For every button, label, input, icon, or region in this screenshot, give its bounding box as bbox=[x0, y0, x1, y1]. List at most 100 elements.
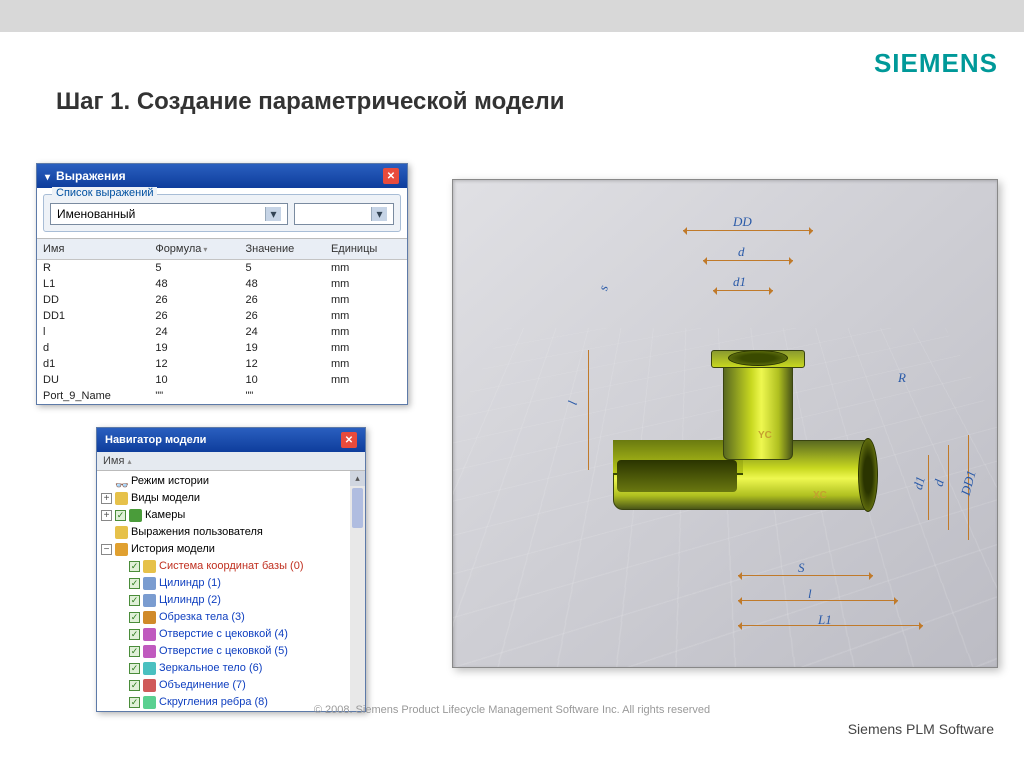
expressions-titlebar[interactable]: ▾ Выражения ✕ bbox=[37, 164, 407, 188]
brand-text: Siemens PLM Software bbox=[0, 721, 1024, 737]
tree-item-user-expr[interactable]: Выражения пользователя bbox=[97, 524, 365, 541]
table-row[interactable]: d11212mm bbox=[37, 356, 407, 372]
tree-item-cylinder1[interactable]: ✓Цилиндр (1) bbox=[97, 575, 365, 592]
col-value[interactable]: Значение bbox=[239, 239, 324, 260]
dim-line bbox=[683, 230, 813, 231]
expand-icon[interactable]: + bbox=[101, 510, 112, 521]
expression-list-group: Список выражений Именованный ▾ ▾ bbox=[43, 194, 401, 232]
folder-icon bbox=[115, 526, 128, 539]
tree-item-hole5[interactable]: ✓Отверстие с цековкой (5) bbox=[97, 643, 365, 660]
table-row[interactable]: L14848mm bbox=[37, 276, 407, 292]
siemens-logo: SIEMENS bbox=[874, 48, 998, 79]
vertical-pipe bbox=[723, 360, 793, 460]
expressions-title: Выражения bbox=[56, 169, 126, 183]
col-units[interactable]: Единицы bbox=[325, 239, 407, 260]
sort-icon: ▾ bbox=[203, 245, 207, 254]
expressions-window: ▾ Выражения ✕ Список выражений Именованны… bbox=[36, 163, 408, 405]
table-row[interactable]: l2424mm bbox=[37, 324, 407, 340]
navigator-header[interactable]: Имя ▴ bbox=[97, 452, 365, 471]
navigator-titlebar[interactable]: Навигатор модели ✕ bbox=[97, 428, 365, 452]
checkbox-icon[interactable]: ✓ bbox=[129, 663, 140, 674]
dim-line bbox=[713, 290, 773, 291]
history-icon bbox=[115, 543, 128, 556]
copyright-text: © 2008. Siemens Product Lifecycle Manage… bbox=[314, 704, 710, 716]
checkbox-icon[interactable]: ✓ bbox=[129, 680, 140, 691]
tree-item-trim[interactable]: ✓Обрезка тела (3) bbox=[97, 609, 365, 626]
hole-icon bbox=[143, 628, 156, 641]
col-name[interactable]: Имя bbox=[37, 239, 149, 260]
cylinder-icon bbox=[143, 594, 156, 607]
collapse-icon[interactable]: − bbox=[101, 544, 112, 555]
dim-L: l bbox=[808, 586, 812, 602]
scrollbar[interactable]: ▴ bbox=[350, 471, 365, 711]
expressions-table: Имя Формула▾ Значение Единицы R55mmL1484… bbox=[37, 238, 407, 404]
tree-item-cylinder2[interactable]: ✓Цилиндр (2) bbox=[97, 592, 365, 609]
unite-icon bbox=[143, 679, 156, 692]
navigator-title: Навигатор модели bbox=[105, 434, 206, 446]
pipe-end bbox=[858, 438, 878, 512]
collapse-icon: ▾ bbox=[45, 172, 50, 183]
col-formula[interactable]: Формула▾ bbox=[149, 239, 239, 260]
checkbox-icon[interactable]: ✓ bbox=[129, 561, 140, 572]
tree-item-model-history[interactable]: −История модели bbox=[97, 541, 365, 558]
model-navigator-window: Навигатор модели ✕ Имя ▴ 👓Режим истории … bbox=[96, 427, 366, 712]
tee-fitting-model: YC XC bbox=[613, 330, 873, 550]
filter-value: Именованный bbox=[57, 207, 135, 221]
folder-icon bbox=[115, 492, 128, 505]
table-row[interactable]: DD12626mm bbox=[37, 308, 407, 324]
glasses-icon: 👓 bbox=[115, 478, 128, 486]
tree-item-views[interactable]: +Виды модели bbox=[97, 490, 365, 507]
top-banner bbox=[0, 0, 1024, 32]
checkbox-icon[interactable]: ✓ bbox=[129, 612, 140, 623]
inner-bore bbox=[617, 460, 737, 492]
tree-item-cameras[interactable]: +✓Камеры bbox=[97, 507, 365, 524]
top-bore bbox=[728, 350, 788, 366]
checkbox-icon[interactable]: ✓ bbox=[129, 646, 140, 657]
scroll-up-button[interactable]: ▴ bbox=[350, 471, 365, 486]
scroll-thumb[interactable] bbox=[352, 488, 363, 528]
expand-icon[interactable]: + bbox=[101, 493, 112, 504]
tree-item-mirror[interactable]: ✓Зеркальное тело (6) bbox=[97, 660, 365, 677]
tree-item-history-mode[interactable]: 👓Режим истории bbox=[97, 473, 365, 490]
dim-d1: d1 bbox=[733, 274, 746, 290]
dim-line bbox=[738, 575, 873, 576]
checkbox-icon[interactable]: ✓ bbox=[115, 510, 126, 521]
table-row[interactable]: d1919mm bbox=[37, 340, 407, 356]
secondary-combo[interactable]: ▾ bbox=[294, 203, 394, 225]
dim-d: d bbox=[738, 244, 745, 260]
table-row[interactable]: Port_9_Name"""" bbox=[37, 388, 407, 404]
dim-line bbox=[588, 350, 589, 470]
dim-line bbox=[703, 260, 793, 261]
footer: © 2008. Siemens Product Lifecycle Manage… bbox=[0, 700, 1024, 737]
tree-item-hole4[interactable]: ✓Отверстие с цековкой (4) bbox=[97, 626, 365, 643]
yc-axis-label: YC bbox=[758, 430, 772, 441]
dim-DD: DD bbox=[733, 214, 752, 230]
close-button[interactable]: ✕ bbox=[383, 168, 399, 184]
mirror-icon bbox=[143, 662, 156, 675]
xc-axis-label: XC bbox=[813, 490, 827, 501]
filter-combo[interactable]: Именованный ▾ bbox=[50, 203, 288, 225]
dim-R: R bbox=[898, 370, 906, 386]
table-row[interactable]: R55mm bbox=[37, 260, 407, 277]
3d-viewport[interactable]: YC XC DD d d1 s l R d1 d DD1 S l L1 bbox=[452, 179, 998, 668]
tree-item-csys[interactable]: ✓Система координат базы (0) bbox=[97, 558, 365, 575]
checkbox-icon[interactable]: ✓ bbox=[129, 629, 140, 640]
tree-item-unite[interactable]: ✓Объединение (7) bbox=[97, 677, 365, 694]
camera-icon bbox=[129, 509, 142, 522]
table-row[interactable]: DD2626mm bbox=[37, 292, 407, 308]
chevron-down-icon: ▾ bbox=[265, 207, 281, 221]
checkbox-icon[interactable]: ✓ bbox=[129, 578, 140, 589]
dim-L1: L1 bbox=[818, 612, 832, 628]
group-title: Список выражений bbox=[52, 187, 157, 199]
page-title: Шаг 1. Создание параметрической модели bbox=[56, 88, 565, 116]
checkbox-icon[interactable]: ✓ bbox=[129, 595, 140, 606]
table-row[interactable]: DU1010mm bbox=[37, 372, 407, 388]
close-button[interactable]: ✕ bbox=[341, 432, 357, 448]
trim-icon bbox=[143, 611, 156, 624]
dim-line bbox=[928, 455, 929, 520]
model-tree: 👓Режим истории +Виды модели +✓Камеры Выр… bbox=[97, 471, 365, 711]
dim-line bbox=[948, 445, 949, 530]
dim-line bbox=[738, 600, 898, 601]
dim-s: s bbox=[595, 283, 612, 292]
hole-icon bbox=[143, 645, 156, 658]
